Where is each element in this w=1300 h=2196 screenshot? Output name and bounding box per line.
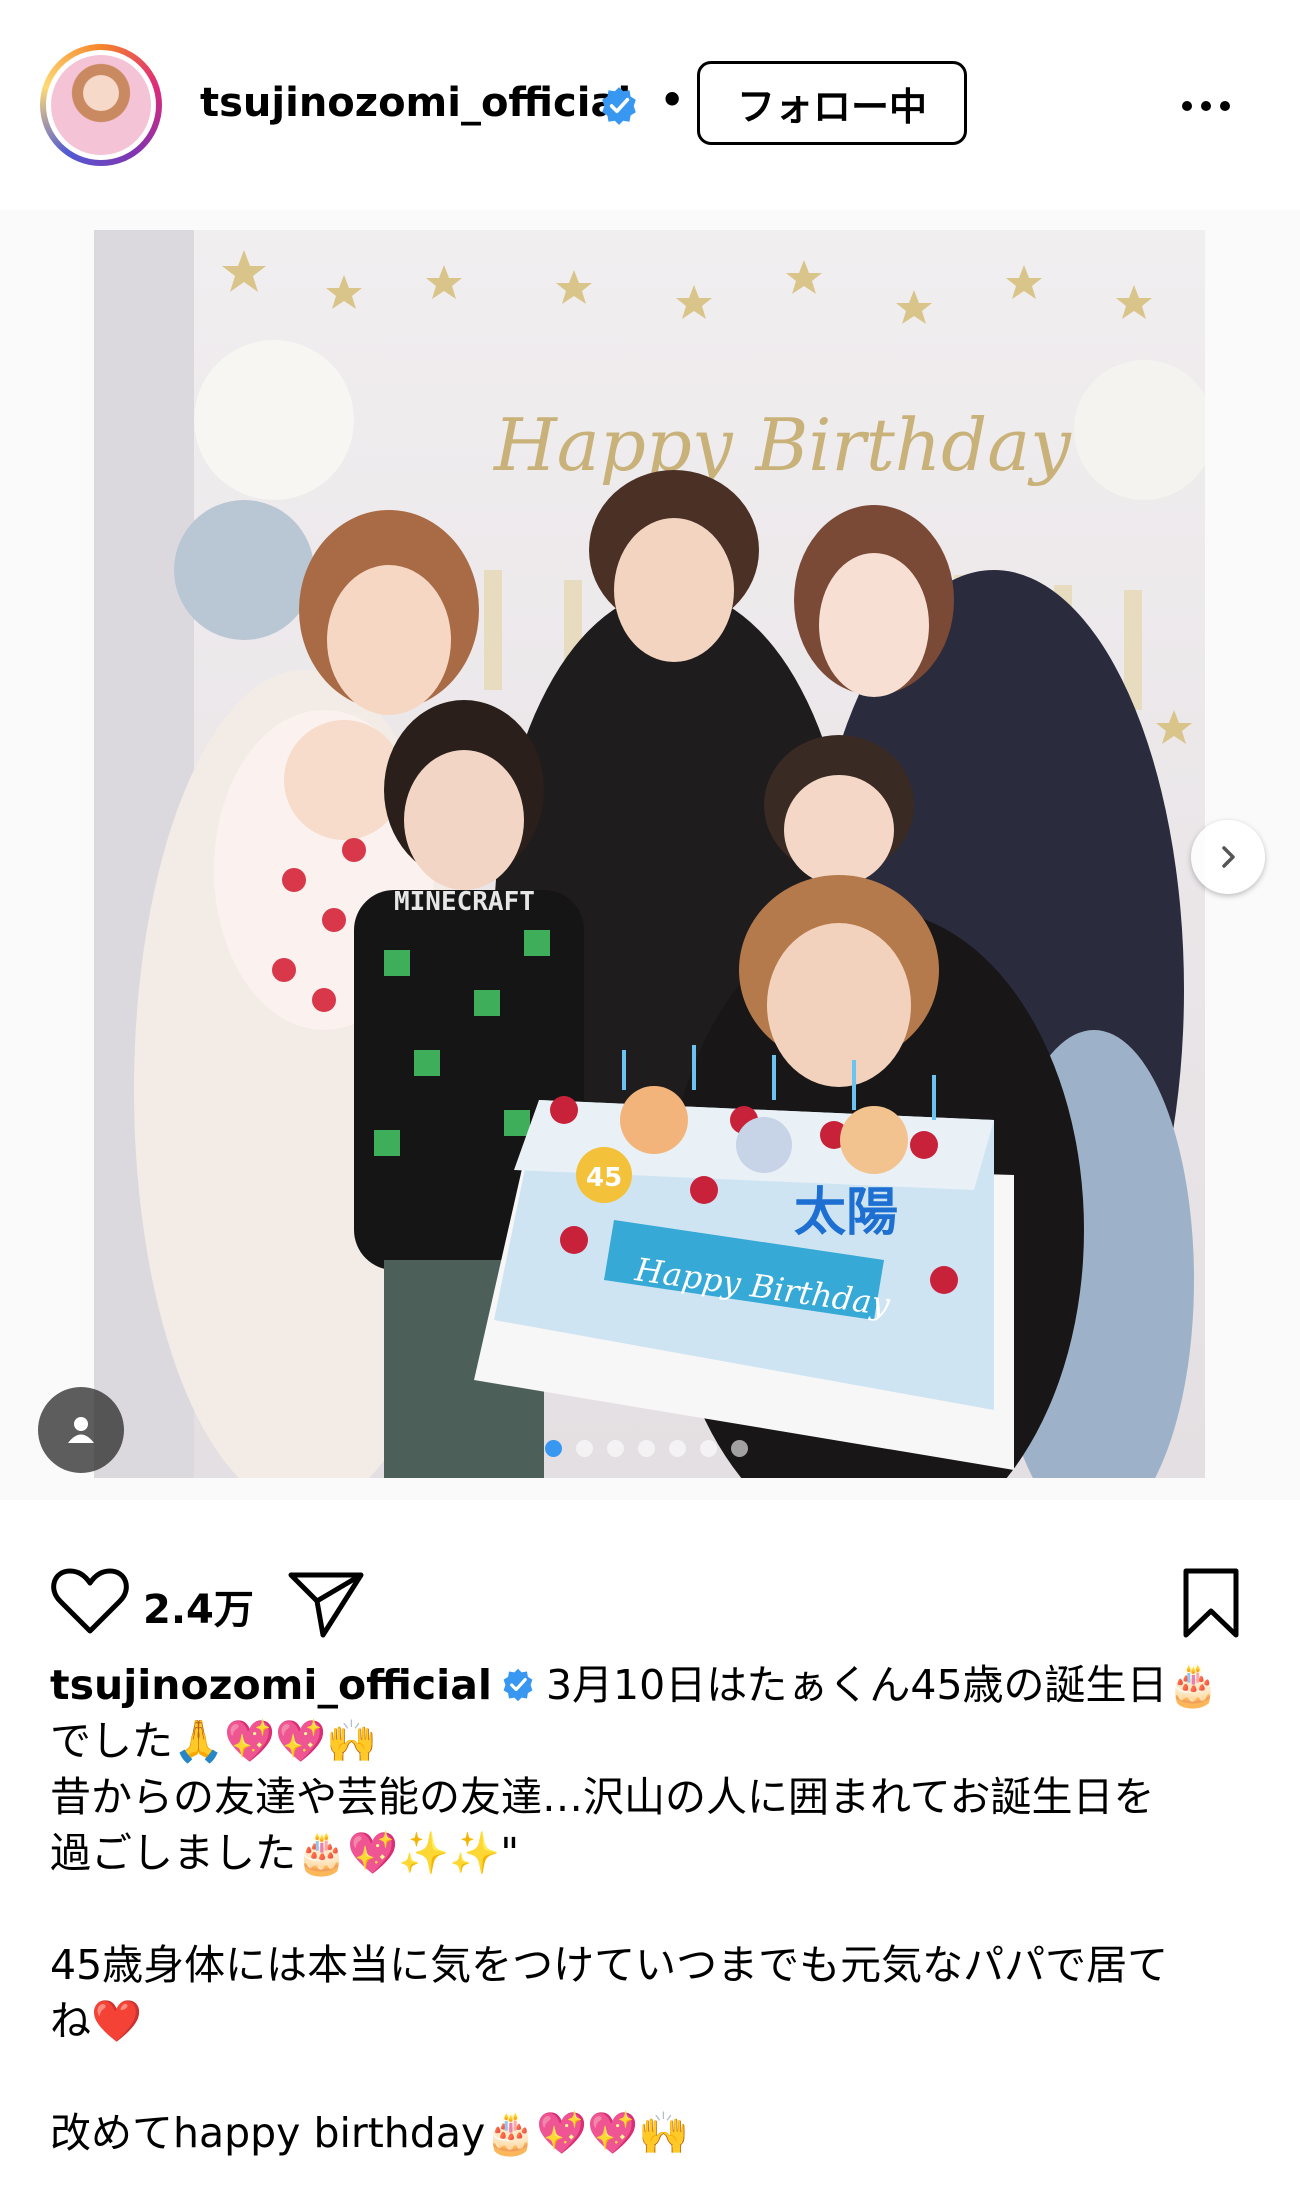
- user-icon: [68, 1417, 94, 1443]
- carousel-dot: [638, 1440, 655, 1457]
- header-username[interactable]: tsujinozomi_official: [200, 80, 631, 126]
- story-ring[interactable]: [40, 44, 162, 166]
- verified-badge-icon: [602, 87, 636, 125]
- more-options-icon[interactable]: [1182, 86, 1234, 126]
- carousel-dot: [731, 1440, 748, 1457]
- caption-username[interactable]: tsujinozomi_official: [50, 1661, 492, 1709]
- action-bar: 2.4万: [0, 1555, 1300, 1645]
- cake-number: 45: [586, 1163, 622, 1193]
- like-count[interactable]: 2.4万: [143, 1577, 254, 1635]
- carousel-dot: [545, 1440, 562, 1457]
- paper-flower: [174, 500, 314, 640]
- carousel-dot: [607, 1440, 624, 1457]
- profile-avatar-icon: [51, 55, 151, 155]
- caption-text: 3月10日はたぁくん45歳の誕生日🎂: [545, 1661, 1219, 1709]
- bookmark-icon[interactable]: [1181, 1567, 1241, 1639]
- following-button[interactable]: フォロー中: [697, 61, 967, 145]
- carousel-dot: [576, 1440, 593, 1457]
- birthday-banner: Happy Birthday: [492, 403, 1072, 487]
- next-slide-button[interactable]: [1191, 820, 1265, 894]
- verified-badge-icon: [503, 1668, 533, 1702]
- carousel-dot: [700, 1440, 717, 1457]
- caption-line: 改めてhappy birthday🎂💖💖🙌: [50, 2109, 690, 2157]
- caption-line: 昔からの友達や芸能の友達…沢山の人に囲まれてお誕生日を: [50, 1773, 1155, 1821]
- avatar[interactable]: [46, 50, 156, 160]
- separator-dot: •: [660, 78, 685, 122]
- caption-line: ね❤️: [50, 1997, 143, 2045]
- photo-illustration: Happy Birthday MINECRAFT Happy Birthday …: [94, 230, 1205, 1478]
- shirt-text: MINECRAFT: [394, 887, 535, 917]
- carousel-dot: [669, 1440, 686, 1457]
- send-icon[interactable]: [287, 1569, 365, 1639]
- post-header: tsujinozomi_official • フォロー中: [0, 0, 1300, 210]
- cake-name: 太陽: [794, 1183, 898, 1243]
- heart-icon[interactable]: [50, 1565, 130, 1637]
- caption: tsujinozomi_official 3月10日はたぁくん45歳の誕生日🎂 …: [50, 1657, 1260, 2161]
- paper-flower: [194, 340, 354, 500]
- caption-line: 45歳身体には本当に気をつけていつまでも元気なパパで居て: [50, 1941, 1169, 1989]
- caption-line: tsujinozomi_official 3月10日はたぁくん45歳の誕生日🎂: [50, 1657, 1260, 1713]
- tagged-users-button[interactable]: [38, 1387, 124, 1473]
- post-photo[interactable]: Happy Birthday MINECRAFT Happy Birthday …: [94, 230, 1205, 1478]
- caption-line: 過ごしました🎂💖✨✨": [50, 1829, 520, 1877]
- caption-line: でした🙏💖💖🙌: [50, 1717, 378, 1765]
- chevron-right-icon: [1222, 846, 1235, 868]
- carousel-indicator: [545, 1440, 748, 1457]
